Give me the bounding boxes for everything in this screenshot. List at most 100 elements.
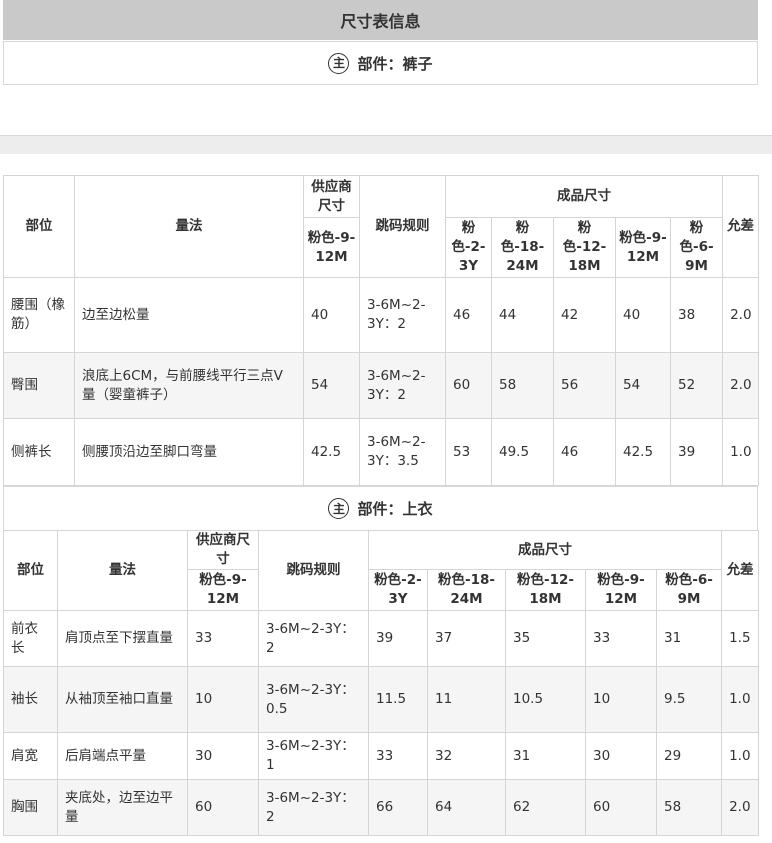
cell-value: 46 (553, 418, 616, 486)
cell-value: 58 (655, 779, 723, 836)
cell-position: 胸围 (3, 779, 58, 836)
cell-tolerance: 2.0 (722, 352, 760, 419)
header-tolerance: 允差 (721, 530, 760, 611)
cell-value: 30 (585, 732, 657, 780)
cell-method: 后肩端点平量 (57, 732, 188, 780)
cell-value: 46 (445, 277, 492, 353)
header-size: 粉色-18-24M (427, 569, 506, 611)
cell-method: 浪底上6CM，与前腰线平行三点V量（婴童裤子） (74, 352, 304, 419)
cell-value: 44 (491, 277, 554, 353)
cell-rule: 3-6M~2-3Y：2 (359, 352, 446, 419)
table-row: 胸围 夹底处，边至边平量 60 3-6M~2-3Y：2 66 64 62 60 … (3, 779, 760, 836)
section-divider (0, 135, 772, 154)
part-header-pants: 主 部件：裤子 (3, 41, 758, 85)
cell-value: 58 (491, 352, 554, 419)
header-position: 部位 (3, 175, 75, 278)
cell-supplier: 54 (303, 352, 360, 419)
cell-rule: 3-6M~2-3Y：1 (258, 732, 369, 780)
cell-value: 39 (669, 418, 724, 486)
cell-value: 33 (585, 610, 657, 667)
cell-rule: 3-6M~2-3Y：2 (258, 610, 369, 667)
cell-value: 32 (427, 732, 506, 780)
size-table-top: 部位 量法 供应商尺寸 跳码规则 成品尺寸 允差 粉色-9-12M 粉色-2-3… (3, 530, 760, 836)
header-size: 粉色-6-9M (655, 569, 723, 611)
cell-method: 侧腰顶沿边至脚口弯量 (74, 418, 304, 486)
cell-supplier: 10 (187, 666, 259, 733)
cell-value: 53 (445, 418, 492, 486)
cell-method: 夹底处，边至边平量 (57, 779, 188, 836)
cell-tolerance: 2.0 (722, 277, 760, 353)
header-position: 部位 (3, 530, 58, 611)
header-supplier-size: 供应商尺寸 (303, 175, 360, 218)
table-row: 前衣长 肩顶点至下摆直量 33 3-6M~2-3Y：2 39 37 35 33 … (3, 610, 760, 667)
size-table-pants: 部位 量法 供应商尺寸 跳码规则 成品尺寸 允差 粉色-9-12M 粉色-2-3… (3, 175, 760, 486)
cell-value: 54 (615, 352, 671, 419)
cell-method: 从袖顶至袖口直量 (57, 666, 188, 733)
part-header-top: 主 部件：上衣 (3, 486, 758, 530)
header-finished-size: 成品尺寸 (444, 175, 724, 218)
cell-tolerance: 2.0 (721, 779, 760, 836)
cell-rule: 3-6M~2-3Y：2 (258, 779, 369, 836)
part-label: 部件：上衣 (357, 500, 433, 518)
cell-tolerance: 1.5 (721, 610, 760, 667)
table-row: 肩宽 后肩端点平量 30 3-6M~2-3Y：1 33 32 31 30 29 … (3, 732, 760, 780)
header-size: 粉色-9-12M (615, 217, 671, 278)
cell-value: 60 (585, 779, 657, 836)
table-row: 侧裤长 侧腰顶沿边至脚口弯量 42.5 3-6M~2-3Y：3.5 53 49.… (3, 418, 760, 486)
header-tolerance: 允差 (722, 175, 760, 278)
cell-value: 60 (445, 352, 492, 419)
cell-value: 52 (669, 352, 724, 419)
cell-value: 40 (615, 277, 671, 353)
cell-value: 66 (368, 779, 428, 836)
header-size: 粉色-9-12M (585, 569, 657, 611)
cell-value: 11.5 (368, 666, 428, 733)
header-jump-rule: 跳码规则 (258, 530, 369, 611)
header-size: 粉色-12-18M (505, 569, 586, 611)
table-row: 袖长 从袖顶至袖口直量 10 3-6M~2-3Y：0.5 11.5 11 10.… (3, 666, 760, 733)
table-row: 腰围（橡筋） 边至边松量 40 3-6M~2-3Y：2 46 44 42 40 … (3, 277, 760, 353)
cell-value: 33 (368, 732, 428, 780)
cell-value: 31 (655, 610, 723, 667)
cell-position: 肩宽 (3, 732, 58, 780)
header-method: 量法 (74, 175, 304, 278)
header-method: 量法 (57, 530, 188, 611)
main-marker-icon: 主 (328, 498, 350, 519)
cell-supplier: 60 (187, 779, 259, 836)
cell-value: 37 (427, 610, 506, 667)
cell-rule: 3-6M~2-3Y：3.5 (359, 418, 446, 486)
cell-supplier: 33 (187, 610, 259, 667)
table-row: 臀围 浪底上6CM，与前腰线平行三点V量（婴童裤子） 54 3-6M~2-3Y：… (3, 352, 760, 419)
header-finished-size: 成品尺寸 (367, 530, 723, 570)
cell-value: 49.5 (491, 418, 554, 486)
cell-supplier: 30 (187, 732, 259, 780)
cell-tolerance: 1.0 (721, 732, 760, 780)
cell-tolerance: 1.0 (721, 666, 760, 733)
cell-value: 42 (553, 277, 616, 353)
cell-supplier: 42.5 (303, 418, 360, 486)
main-marker-icon: 主 (328, 52, 350, 74)
header-size: 粉色-12-18M (553, 217, 616, 278)
cell-tolerance: 1.0 (722, 418, 760, 486)
cell-value: 29 (655, 732, 723, 780)
cell-value: 56 (553, 352, 616, 419)
cell-value: 39 (368, 610, 428, 667)
page-title: 尺寸表信息 (3, 0, 758, 40)
cell-rule: 3-6M~2-3Y：0.5 (258, 666, 369, 733)
cell-rule: 3-6M~2-3Y：2 (359, 277, 446, 353)
cell-value: 9.5 (655, 666, 723, 733)
cell-value: 31 (505, 732, 586, 780)
header-size: 粉色-2-3Y (368, 569, 428, 611)
cell-value: 10 (585, 666, 657, 733)
header-supplier-size: 供应商尺寸 (187, 530, 259, 570)
cell-method: 边至边松量 (74, 277, 304, 353)
cell-value: 42.5 (615, 418, 671, 486)
cell-position: 侧裤长 (3, 418, 75, 486)
cell-method: 肩顶点至下摆直量 (57, 610, 188, 667)
cell-supplier: 40 (303, 277, 360, 353)
cell-value: 38 (669, 277, 724, 353)
header-supplier-col: 粉色-9-12M (303, 217, 360, 278)
cell-value: 64 (427, 779, 506, 836)
header-supplier-col: 粉色-9-12M (187, 569, 259, 611)
header-jump-rule: 跳码规则 (359, 175, 446, 278)
cell-value: 11 (427, 666, 506, 733)
